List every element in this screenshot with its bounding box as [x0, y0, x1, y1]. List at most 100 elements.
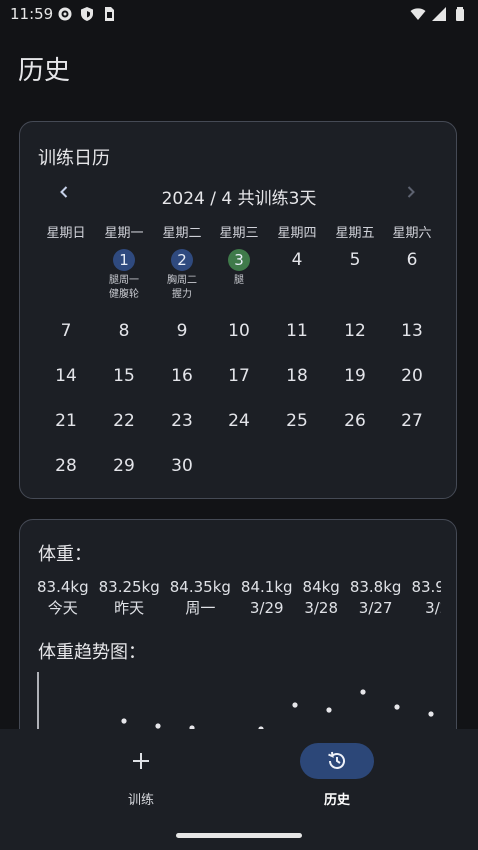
calendar-day[interactable]: 26 [325, 410, 385, 432]
day-number: 2 [171, 249, 193, 271]
weight-value: 83.95kg [411, 578, 441, 596]
page-title: 历史 [18, 56, 71, 86]
weight-entry: 83.25kg 昨天 [99, 577, 160, 619]
battery-icon [456, 7, 464, 21]
calendar-day[interactable]: 17 [209, 365, 269, 387]
wifi-icon [410, 8, 426, 20]
day-number: 11 [286, 321, 308, 341]
trend-point [360, 689, 366, 695]
calendar-day[interactable]: 30 [152, 455, 212, 477]
plus-icon [133, 753, 149, 769]
calendar-day[interactable]: 8 [94, 320, 154, 342]
calendar-day[interactable]: 22 [94, 410, 154, 432]
weekday-sun: 星期日 [46, 226, 86, 241]
day-number: 16 [171, 366, 193, 386]
calendar-day[interactable]: 23 [152, 410, 212, 432]
weight-date: 3/29 [249, 599, 284, 617]
weekday-sat: 星期六 [392, 226, 432, 241]
trend-point [394, 704, 400, 710]
training-calendar-card: 训练日历 2024 / 4 共训练3天 星期日 星期一 星期二 星期三 星期四 … [19, 121, 457, 499]
weight-history-row[interactable]: 83.4kg 今天 83.25kg 昨天 84.35kg 周一 84.1kg 3… [37, 577, 441, 621]
calendar-day[interactable]: 27 [382, 410, 442, 432]
calendar-day[interactable]: 19 [325, 365, 385, 387]
chevron-right-icon[interactable] [403, 184, 419, 200]
day-number: 28 [55, 456, 77, 476]
day-number: 10 [228, 321, 250, 341]
calendar-day[interactable]: 9 [152, 320, 212, 342]
calendar-day[interactable]: 14 [36, 365, 96, 387]
calendar-day[interactable]: 15 [94, 365, 154, 387]
weight-entry: 83.8kg 3/27 [350, 577, 402, 619]
calendar-day[interactable]: 29 [94, 455, 154, 477]
day-number: 18 [286, 366, 308, 386]
day-number: 6 [406, 250, 418, 270]
weight-date: 今天 [47, 599, 78, 617]
day-number: 5 [349, 250, 361, 270]
day-number: 17 [228, 366, 250, 386]
day-number: 4 [291, 250, 303, 270]
nav-label: 训练 [127, 793, 154, 808]
calendar-day[interactable]: 16 [152, 365, 212, 387]
day-number: 20 [401, 366, 423, 386]
weight-value: 83.8kg [349, 578, 402, 596]
weight-date: 3/26 [425, 599, 441, 617]
nav-item-training[interactable]: 训练 [81, 743, 201, 808]
nav-item-history[interactable]: 历史 [277, 743, 397, 808]
calendar-day[interactable]: 20 [382, 365, 442, 387]
day-number: 15 [113, 366, 135, 386]
calendar-day[interactable]: 6 [382, 249, 442, 271]
calendar-day[interactable]: 2 胸周二 握力 [152, 249, 212, 302]
weight-entry: 84.1kg 3/29 [241, 577, 293, 619]
day-number: 29 [113, 456, 135, 476]
shield-icon [81, 7, 93, 21]
day-number: 19 [344, 366, 366, 386]
calendar-day[interactable]: 5 [325, 249, 385, 271]
weekday-mon: 星期一 [104, 226, 144, 241]
calendar-title: 训练日历 [38, 148, 110, 169]
day-number: 7 [60, 321, 72, 341]
trend-point [155, 723, 161, 729]
calendar-day[interactable]: 1 腿周一 健腹轮 [94, 249, 154, 302]
day-number: 23 [171, 411, 193, 431]
day-number: 27 [401, 411, 423, 431]
history-icon [328, 751, 345, 769]
day-note: 腿 [234, 275, 244, 286]
calendar-day[interactable]: 13 [382, 320, 442, 342]
weight-value: 83.25kg [98, 578, 160, 596]
home-indicator[interactable] [176, 833, 302, 838]
calendar-day[interactable]: 10 [209, 320, 269, 342]
trend-point [292, 702, 298, 708]
nav-label: 历史 [323, 793, 350, 808]
calendar-day[interactable]: 28 [36, 455, 96, 477]
calendar-day[interactable]: 4 [267, 249, 327, 271]
weight-entry: 84.35kg 周一 [170, 577, 231, 619]
calendar-day[interactable]: 12 [325, 320, 385, 342]
trend-point [428, 711, 434, 717]
weight-value: 83.4kg [37, 578, 89, 596]
calendar-day[interactable]: 25 [267, 410, 327, 432]
weekday-thu: 星期四 [277, 226, 317, 241]
weight-entry: 83.95kg 3/26 [411, 577, 441, 619]
day-note: 腿周一 [109, 275, 139, 286]
day-number: 14 [55, 366, 77, 386]
weight-date: 3/28 [304, 599, 339, 617]
status-bar: 11:59 [0, 0, 478, 30]
calendar-day[interactable]: 7 [36, 320, 96, 342]
status-time: 11:59 [10, 5, 54, 23]
trend-point [326, 707, 332, 713]
calendar-day[interactable]: 24 [209, 410, 269, 432]
day-number: 24 [228, 411, 250, 431]
day-number: 22 [113, 411, 135, 431]
day-number: 8 [118, 321, 130, 341]
day-number: 26 [344, 411, 366, 431]
calendar-day[interactable]: 3 腿 [209, 249, 269, 288]
day-number: 21 [55, 411, 77, 431]
calendar-day[interactable]: 21 [36, 410, 96, 432]
calendar-day[interactable]: 11 [267, 320, 327, 342]
weight-entry: 84kg 3/28 [303, 577, 340, 619]
calendar-day[interactable]: 18 [267, 365, 327, 387]
day-number: 30 [171, 456, 193, 476]
day-note: 胸周二 [167, 275, 197, 286]
weight-title: 体重： [38, 544, 92, 565]
weight-date: 昨天 [114, 599, 145, 617]
